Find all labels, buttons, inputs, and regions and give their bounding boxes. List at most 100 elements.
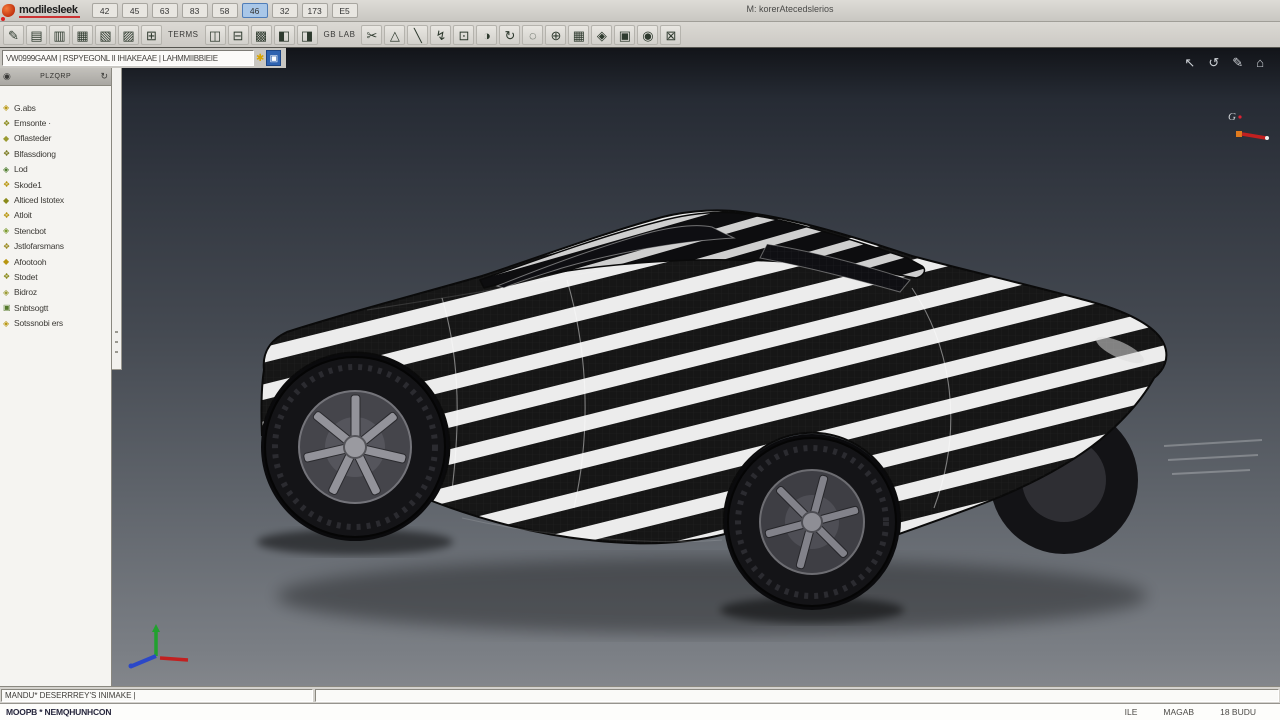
model-tree-panel: ◉ PLZQRP ↻ ◈ G.abs ❖ Emsonte · ◆ Oflaste…: [0, 68, 112, 686]
document-title: M: korerAtecedslerios: [660, 4, 920, 14]
tree-item-label: Atloit: [14, 210, 32, 220]
tree-item-label: Jstlofarsmans: [14, 241, 64, 251]
tree-item[interactable]: ❖ Emsonte ·: [0, 115, 111, 130]
tree-item-icon: ◆: [3, 134, 14, 143]
tree-item-label: Alticed Istotex: [14, 195, 64, 205]
toolbar-icon[interactable]: ↻: [499, 25, 520, 45]
toolbar-icon[interactable]: ◉: [637, 25, 658, 45]
toolbar-icon[interactable]: ▦: [72, 25, 93, 45]
toolbar-icon[interactable]: ▧: [95, 25, 116, 45]
viewport-tool-icon[interactable]: ↖: [1184, 56, 1195, 70]
toolbar-icon[interactable]: ╲: [407, 25, 428, 45]
panel-menu-icon[interactable]: ◉: [3, 71, 11, 82]
toolbar-icon[interactable]: ✂: [361, 25, 382, 45]
tree-item-icon: ❖: [3, 211, 14, 220]
toolbar-icon[interactable]: ⊠: [660, 25, 681, 45]
tree-item-label: G.abs: [14, 103, 36, 113]
panel-splitter[interactable]: [112, 68, 122, 370]
menu-button[interactable]: 83: [182, 3, 208, 18]
tree-item[interactable]: ❖ Skode1: [0, 177, 111, 192]
menu-button[interactable]: 32: [272, 3, 298, 18]
viewport-tool-icon[interactable]: ✎: [1232, 56, 1243, 70]
tree-item[interactable]: ❖ Jstlofarsmans: [0, 239, 111, 254]
status-right-item: MAGAB: [1163, 707, 1194, 717]
toolbar-icon[interactable]: △: [384, 25, 405, 45]
toolbar-icon[interactable]: ◌: [522, 25, 543, 45]
menu-button[interactable]: 46: [242, 3, 268, 18]
svg-text:G: G: [1228, 111, 1236, 123]
orientation-compass[interactable]: G: [1216, 106, 1272, 150]
address-go-button[interactable]: ▣: [266, 50, 281, 66]
menu-button[interactable]: 173: [302, 3, 328, 18]
toolbar-icon[interactable]: ⊟: [228, 25, 249, 45]
menu-button[interactable]: 63: [152, 3, 178, 18]
toolbar-icon[interactable]: ✎: [3, 25, 24, 45]
tree-item-icon: ❖: [3, 149, 14, 158]
viewport-tool-icon[interactable]: ↺: [1208, 56, 1219, 70]
toolbar-icon[interactable]: ◑: [476, 25, 497, 45]
menu-button-row: 42 45 63 83 58 46 32 173 E5: [90, 3, 360, 18]
status-right-item: ILE: [1125, 707, 1138, 717]
tree-panel-title: PLZQRP: [11, 73, 101, 80]
model-tree: ◈ G.abs ❖ Emsonte · ◆ Oflasteder ❖ Blfas…: [0, 86, 111, 331]
tree-item[interactable]: ◈ G.abs: [0, 100, 111, 115]
toolbar-icon[interactable]: ⊡: [453, 25, 474, 45]
viewport-toolbar: ↖ ↺ ✎ ⌂: [1184, 56, 1264, 70]
toolbar-icon[interactable]: ▣: [614, 25, 635, 45]
toolbar-icon[interactable]: ◈: [591, 25, 612, 45]
toolbar-icon[interactable]: ▦: [568, 25, 589, 45]
address-input[interactable]: VW0999GAAM | RSPYEGONL II IHIAKEAAE | LA…: [2, 50, 254, 66]
splitter-dot: [115, 331, 118, 333]
status-field-empty: [315, 689, 1279, 702]
tree-item-icon: ◆: [3, 257, 14, 266]
status-command-text: MOOPB * NEMQHUNHCON: [6, 707, 111, 717]
tree-item-icon: ❖: [3, 180, 14, 189]
tree-item-icon: ◈: [3, 226, 14, 235]
tree-item[interactable]: ◆ Oflasteder: [0, 131, 111, 146]
tree-item-icon: ▣: [3, 303, 14, 312]
tree-item-icon: ◈: [3, 319, 14, 328]
tree-item[interactable]: ❖ Blfassdiong: [0, 146, 111, 161]
toolbar-icon[interactable]: ◫: [205, 25, 226, 45]
tree-item[interactable]: ◆ Alticed Istotex: [0, 192, 111, 207]
toolbar-icon[interactable]: ▨: [118, 25, 139, 45]
toolbar-icon[interactable]: ◨: [297, 25, 318, 45]
viewport-3d[interactable]: ↖ ↺ ✎ ⌂ G: [112, 48, 1280, 686]
toolbar-icon[interactable]: ▩: [251, 25, 272, 45]
main-toolbar: ✎▤▥▦▧▨⊞ TERMS ◫⊟▩◧◨ GB LAB ✂△╲↯⊡◑↻◌⊕▦◈▣◉…: [0, 22, 1280, 48]
tree-item[interactable]: ❖ Atloit: [0, 208, 111, 223]
menu-button[interactable]: 58: [212, 3, 238, 18]
tree-item[interactable]: ◈ Stencbot: [0, 223, 111, 238]
tree-item[interactable]: ❖ Stodet: [0, 269, 111, 284]
toolbar-icon[interactable]: ▥: [49, 25, 70, 45]
toolbar-icon[interactable]: ⊕: [545, 25, 566, 45]
status-bar-lower: MOOPB * NEMQHUNHCON ILEMAGAB18 BUDU: [0, 703, 1280, 720]
toolbar-icon[interactable]: ▤: [26, 25, 47, 45]
menu-button[interactable]: E5: [332, 3, 358, 18]
menu-button[interactable]: 45: [122, 3, 148, 18]
tree-item[interactable]: ◈ Lod: [0, 162, 111, 177]
tree-item-icon: ❖: [3, 119, 14, 128]
status-right-group: ILEMAGAB18 BUDU: [1125, 707, 1274, 717]
status-message: MANDU* DESERRREY'S INIMAKE |: [1, 689, 313, 702]
toolbar-icon[interactable]: ↯: [430, 25, 451, 45]
tree-item[interactable]: ◆ Afootooh: [0, 254, 111, 269]
panel-refresh-icon[interactable]: ↻: [100, 71, 108, 82]
toolbar-icon[interactable]: ◧: [274, 25, 295, 45]
tree-item-icon: ❖: [3, 272, 14, 281]
title-bar: modilesleek 42 45 63 83 58 46 32 173 E5 M: korer…: [0, 0, 1280, 22]
address-bar: VW0999GAAM | RSPYEGONL II IHIAKEAAE | LA…: [0, 48, 286, 68]
tree-item[interactable]: ▣ Snbtsogtt: [0, 300, 111, 315]
menu-button[interactable]: 42: [92, 3, 118, 18]
warning-icon: ✱: [256, 53, 264, 64]
tree-item[interactable]: ◈ Sotssnobi ers: [0, 315, 111, 330]
tree-item[interactable]: ◈ Bidroz: [0, 285, 111, 300]
toolbar-group-c: ✂△╲↯⊡◑↻◌⊕▦◈▣◉⊠: [360, 25, 682, 45]
app-name: modilesleek: [19, 4, 80, 18]
tree-item-icon: ◈: [3, 103, 14, 112]
viewport-tool-icon[interactable]: ⌂: [1256, 56, 1264, 70]
tree-item-label: Stencbot: [14, 226, 46, 236]
tree-item-label: Blfassdiong: [14, 149, 56, 159]
toolbar-icon[interactable]: ⊞: [141, 25, 162, 45]
tree-item-label: Lod: [14, 164, 28, 174]
